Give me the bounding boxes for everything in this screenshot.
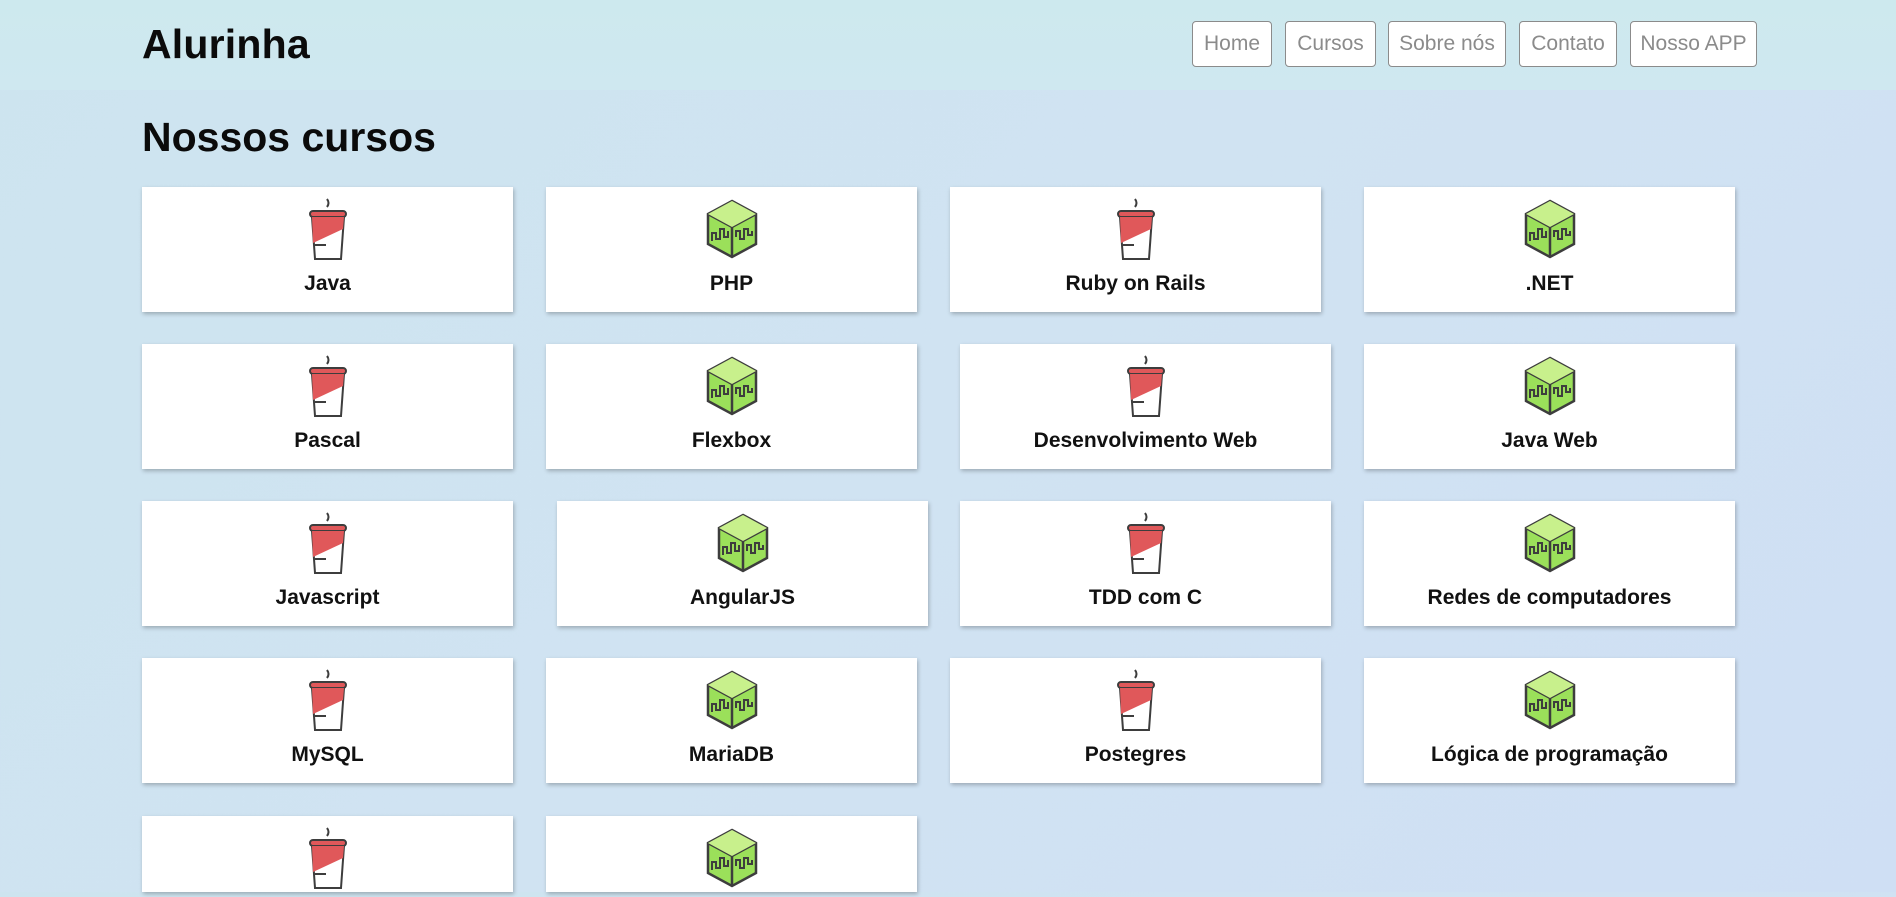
nav-sobre-button[interactable]: Sobre nós (1388, 21, 1506, 67)
course-label: Postegres (1084, 743, 1187, 766)
course-card[interactable]: Desenvolvimento Web (960, 344, 1331, 469)
green-cube-icon (1522, 197, 1578, 263)
course-card[interactable]: TDD com C (960, 501, 1331, 626)
green-cube-icon (704, 826, 760, 892)
green-cube-icon (704, 668, 760, 734)
course-card[interactable]: Java Web (1364, 344, 1735, 469)
course-label: AngularJS (689, 586, 796, 609)
nav-home-button[interactable]: Home (1192, 21, 1272, 67)
course-card[interactable]: MariaDB (546, 658, 917, 783)
course-card[interactable]: .NET (1364, 187, 1735, 312)
green-cube-icon (715, 511, 771, 577)
course-label: Pascal (294, 429, 361, 452)
course-card[interactable]: Java (142, 187, 513, 312)
coffee-cup-icon (300, 511, 356, 577)
course-label: MySQL (291, 743, 364, 766)
page-title: Nossos cursos (142, 114, 436, 160)
course-card[interactable]: Postegres (950, 658, 1321, 783)
nav-cursos-button[interactable]: Cursos (1285, 21, 1376, 67)
course-card[interactable]: PHP (546, 187, 917, 312)
coffee-cup-icon (1108, 668, 1164, 734)
green-cube-icon (704, 354, 760, 420)
course-label: MariaDB (688, 743, 775, 766)
nav-contato-button[interactable]: Contato (1519, 21, 1617, 67)
course-label: .NET (1525, 272, 1574, 295)
course-card[interactable]: Lógica de programação (1364, 658, 1735, 783)
coffee-cup-icon (1118, 354, 1174, 420)
course-label: Java Web (1501, 429, 1598, 452)
course-card[interactable] (546, 816, 917, 892)
green-cube-icon (1522, 511, 1578, 577)
coffee-cup-icon (1118, 511, 1174, 577)
course-card[interactable]: AngularJS (557, 501, 928, 626)
course-label: TDD com C (1088, 586, 1203, 609)
course-label: Flexbox (691, 429, 772, 452)
coffee-cup-icon (1108, 197, 1164, 263)
coffee-cup-icon (300, 826, 356, 892)
coffee-cup-icon (300, 668, 356, 734)
course-label: Javascript (275, 586, 380, 609)
nav-app-button[interactable]: Nosso APP (1630, 21, 1757, 67)
course-card[interactable] (142, 816, 513, 892)
green-cube-icon (704, 197, 760, 263)
course-card[interactable]: MySQL (142, 658, 513, 783)
course-label: Redes de computadores (1427, 586, 1672, 609)
green-cube-icon (1522, 354, 1578, 420)
course-card[interactable]: Pascal (142, 344, 513, 469)
course-label: Java (304, 272, 351, 295)
course-label: Lógica de programação (1431, 743, 1668, 766)
course-label: Ruby on Rails (1065, 272, 1206, 295)
course-card[interactable]: Redes de computadores (1364, 501, 1735, 626)
site-header: Alurinha Home Cursos Sobre nós Contato N… (0, 0, 1896, 90)
coffee-cup-icon (300, 354, 356, 420)
green-cube-icon (1522, 668, 1578, 734)
main-nav: Home Cursos Sobre nós Contato Nosso APP (0, 21, 1896, 67)
course-card[interactable]: Flexbox (546, 344, 917, 469)
course-card[interactable]: Javascript (142, 501, 513, 626)
course-card[interactable]: Ruby on Rails (950, 187, 1321, 312)
coffee-cup-icon (300, 197, 356, 263)
course-label: Desenvolvimento Web (1033, 429, 1258, 452)
course-label: PHP (709, 272, 754, 295)
